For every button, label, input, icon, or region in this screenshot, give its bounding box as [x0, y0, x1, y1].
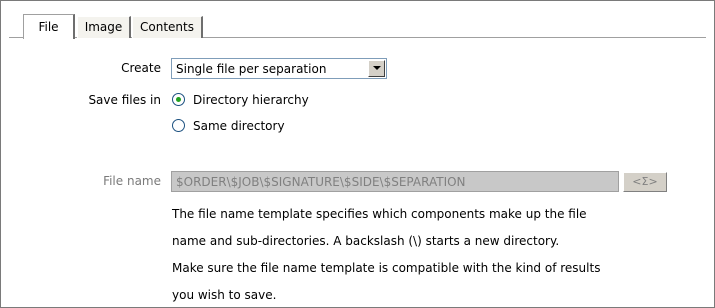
tab-file[interactable]: File	[23, 14, 75, 39]
chevron-down-icon	[373, 66, 381, 70]
create-select-dropdown-button[interactable]	[368, 60, 385, 77]
description-line-4: you wish to save.	[172, 288, 277, 302]
description-line-3: Make sure the file name template is comp…	[172, 261, 601, 275]
file-name-label: File name	[103, 174, 161, 188]
radio-label-same-directory: Same directory	[193, 119, 285, 133]
radio-button-selected[interactable]	[172, 93, 185, 106]
description-line-2: name and sub-directories. A backslash (\…	[172, 234, 560, 248]
file-name-value: $ORDER\$JOB\$SIGNATURE\$SIDE\$SEPARATION	[176, 175, 466, 189]
description-line-1: The file name template specifies which c…	[172, 207, 587, 221]
tab-image[interactable]: Image	[77, 16, 131, 38]
tab-contents[interactable]: Contents	[132, 16, 203, 38]
radio-button-unselected[interactable]	[172, 119, 185, 132]
radio-label-directory-hierarchy: Directory hierarchy	[193, 93, 309, 107]
insert-variable-button[interactable]: <Σ>	[623, 172, 667, 192]
create-select[interactable]: Single file per separation	[171, 58, 387, 79]
save-files-in-label: Save files in	[88, 93, 161, 107]
file-name-field[interactable]: $ORDER\$JOB\$SIGNATURE\$SIDE\$SEPARATION	[171, 171, 619, 192]
create-select-value: Single file per separation	[176, 62, 327, 76]
radio-dot-icon	[176, 97, 181, 102]
file-settings-dialog: File Image Contents Create Single file p…	[0, 0, 715, 308]
create-label: Create	[121, 61, 161, 75]
tab-bar: File Image Contents	[1, 1, 714, 39]
